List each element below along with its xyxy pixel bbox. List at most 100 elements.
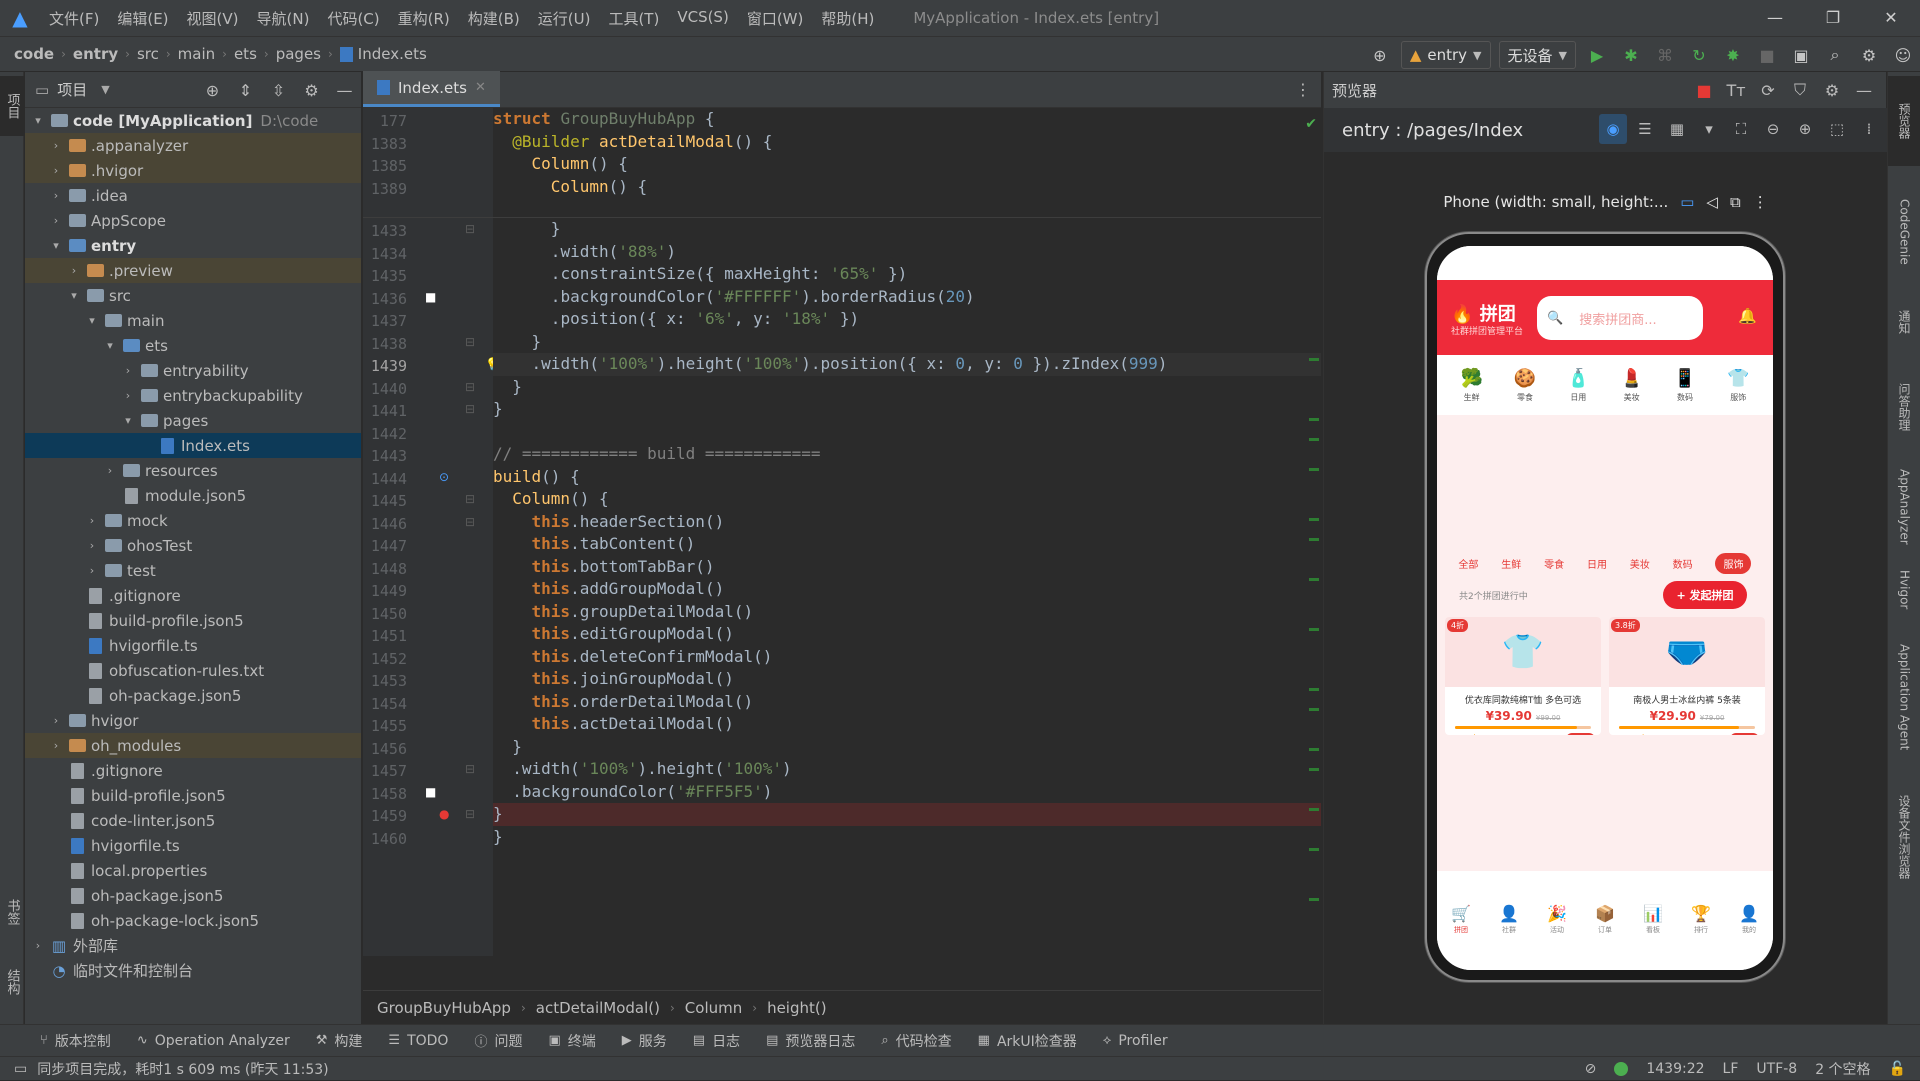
menu-item[interactable]: 编辑(E) xyxy=(108,8,177,29)
fold-icon[interactable]: ⊟ xyxy=(465,492,475,506)
tab-bookmarks[interactable]: 书签 xyxy=(0,882,24,942)
right-tab[interactable]: 预览器 xyxy=(1888,76,1920,166)
code-line[interactable]: .width('100%').height('100%') xyxy=(493,758,1321,781)
chevron-right-icon[interactable]: › xyxy=(85,564,99,577)
right-tab[interactable]: 问答助理 xyxy=(1888,362,1920,452)
expand-all-icon[interactable]: ⇕ xyxy=(229,81,262,100)
bottom-tool-10[interactable]: ▦ ArkUI检查器 xyxy=(978,1031,1077,1051)
fold-icon[interactable]: ⊟ xyxy=(465,222,475,236)
product-card[interactable]: 4折 👕 优衣库同款纯棉T恤 多色可选 ¥39.90¥99.00 45/50人 去拼团 xyxy=(1445,617,1601,735)
tree-item[interactable]: .gitignore xyxy=(25,583,361,608)
bookmark-icon[interactable]: ■ xyxy=(425,290,436,304)
filter-tab[interactable]: 美妆 xyxy=(1630,556,1650,571)
code-line[interactable]: this.joinGroupModal() xyxy=(493,668,1321,691)
change-marker[interactable] xyxy=(1309,748,1319,751)
layers-icon[interactable]: ☰ xyxy=(1631,114,1659,144)
code-line[interactable]: } xyxy=(493,398,1321,421)
tree-item[interactable]: › resources xyxy=(25,458,361,483)
category-item[interactable]: 🍪 零食 xyxy=(1514,368,1536,403)
chevron-right-icon[interactable]: › xyxy=(31,939,45,952)
category-item[interactable]: 🥦 生鲜 xyxy=(1460,368,1482,403)
code-line[interactable]: this.editGroupModal() xyxy=(493,623,1321,646)
change-marker[interactable] xyxy=(1309,688,1319,691)
lock-icon[interactable]: 🔓 xyxy=(1889,1061,1906,1077)
chevron-right-icon[interactable]: › xyxy=(85,514,99,527)
code-line[interactable]: } xyxy=(493,803,1321,826)
change-marker[interactable] xyxy=(1309,358,1319,361)
tree-item[interactable]: › .idea xyxy=(25,183,361,208)
change-marker[interactable] xyxy=(1309,848,1319,851)
code-line[interactable]: build() { xyxy=(493,466,1321,489)
fold-icon[interactable]: ⊟ xyxy=(465,335,475,349)
tree-item[interactable]: › ohosTest xyxy=(25,533,361,558)
file-encoding[interactable]: UTF-8 xyxy=(1756,1061,1797,1077)
bottom-tool-8[interactable]: ▤ 预览器日志 xyxy=(766,1031,855,1051)
code-line[interactable]: } xyxy=(493,736,1321,759)
change-marker[interactable] xyxy=(1309,708,1319,711)
zoom-in-icon[interactable]: ⊕ xyxy=(1791,114,1819,144)
bottom-tab[interactable]: 👤 社群 xyxy=(1499,904,1519,935)
tree-item[interactable]: hvigorfile.ts xyxy=(25,633,361,658)
chevron-down-icon[interactable]: ▾ xyxy=(67,289,81,302)
filter-tab[interactable]: 生鲜 xyxy=(1501,556,1521,571)
code-line[interactable]: .backgroundColor('#FFF5F5') xyxy=(493,781,1321,804)
device-frame-icon[interactable]: ▭ xyxy=(1680,193,1694,211)
bottom-tab[interactable]: 🏆 排行 xyxy=(1691,904,1711,935)
debug-icon[interactable]: ✱ xyxy=(1616,40,1646,70)
tree-item[interactable]: oh-package.json5 xyxy=(25,683,361,708)
tree-item[interactable]: module.json5 xyxy=(25,483,361,508)
chevron-down-icon[interactable]: ▾ xyxy=(49,239,63,252)
font-size-icon[interactable]: Tт xyxy=(1720,81,1752,100)
editor-breadcrumb-item[interactable]: GroupBuyHubApp xyxy=(377,999,511,1017)
right-tab[interactable]: 通知 xyxy=(1888,292,1920,352)
fold-icon[interactable]: ⊟ xyxy=(465,807,475,821)
code-line[interactable]: .backgroundColor('#FFFFFF').borderRadius… xyxy=(493,286,1321,309)
tree-item[interactable]: › ▥ 外部库 xyxy=(25,933,361,958)
bottom-tool-7[interactable]: ▤ 日志 xyxy=(693,1031,740,1051)
code-line[interactable]: Column() { xyxy=(493,488,1321,511)
category-item[interactable]: 💄 美妆 xyxy=(1620,368,1642,403)
bottom-tool-4[interactable]: ⓘ 问题 xyxy=(474,1031,522,1051)
tree-item[interactable]: ▾ ets xyxy=(25,333,361,358)
change-marker[interactable] xyxy=(1309,418,1319,421)
code-line[interactable]: this.actDetailModal() xyxy=(493,713,1321,736)
bottom-tool-0[interactable]: ⑂ 版本控制 xyxy=(40,1031,111,1051)
status-ok-icon[interactable] xyxy=(1614,1062,1629,1076)
menu-item[interactable]: 导航(N) xyxy=(248,8,319,29)
right-tab[interactable]: Application Agent xyxy=(1888,632,1920,762)
tab-index-ets[interactable]: Index.ets ✕ xyxy=(363,71,500,107)
chevron-right-icon[interactable]: › xyxy=(49,139,63,152)
line-separator[interactable]: LF xyxy=(1723,1061,1739,1077)
more-icon[interactable]: ⋮ xyxy=(1753,193,1768,211)
menu-item[interactable]: 窗口(W) xyxy=(738,8,813,29)
tree-item[interactable]: › mock xyxy=(25,508,361,533)
editor-scrollbar[interactable]: ✔ xyxy=(1305,108,1321,956)
code-line[interactable]: Column() { xyxy=(493,153,1321,176)
tree-item[interactable]: › oh_modules xyxy=(25,733,361,758)
right-tab[interactable]: 设备文件浏览器 xyxy=(1888,762,1920,912)
menu-item[interactable]: 视图(V) xyxy=(178,8,248,29)
menu-item[interactable]: 帮助(H) xyxy=(812,8,883,29)
multi-device-icon[interactable]: ⧉ xyxy=(1730,193,1741,211)
close-icon[interactable]: ✕ xyxy=(1862,0,1920,36)
product-card[interactable]: 3.8折 🩲 南极人男士冰丝内裤 5条装 ¥29.90¥79.00 88/100人 去拼团 xyxy=(1609,617,1765,735)
chevron-right-icon[interactable]: › xyxy=(85,539,99,552)
category-item[interactable]: 👕 服饰 xyxy=(1727,368,1749,403)
fit-icon[interactable]: ⛶ xyxy=(1727,114,1755,144)
bottom-tool-3[interactable]: ☰ TODO xyxy=(388,1033,448,1049)
tree-item[interactable]: hvigorfile.ts xyxy=(25,833,361,858)
code-line[interactable] xyxy=(493,421,1321,444)
indent-setting[interactable]: 2 个空格 xyxy=(1815,1059,1870,1079)
stop-preview-icon[interactable]: ■ xyxy=(1688,81,1720,100)
close-tab-icon[interactable]: ✕ xyxy=(475,80,486,95)
hide-icon[interactable]: — xyxy=(328,81,361,100)
filter-tab[interactable]: 全部 xyxy=(1458,556,1478,571)
menu-item[interactable]: VCS(S) xyxy=(668,8,737,29)
menu-item[interactable]: 重构(R) xyxy=(389,8,459,29)
tree-item[interactable]: Index.ets xyxy=(25,433,361,458)
menu-item[interactable]: 文件(F) xyxy=(40,8,108,29)
change-marker[interactable] xyxy=(1309,438,1319,441)
code-line[interactable]: } xyxy=(493,331,1321,354)
code-line[interactable]: .width('88%') xyxy=(493,241,1321,264)
code-line[interactable]: @Builder actDetailModal() { xyxy=(493,131,1321,154)
